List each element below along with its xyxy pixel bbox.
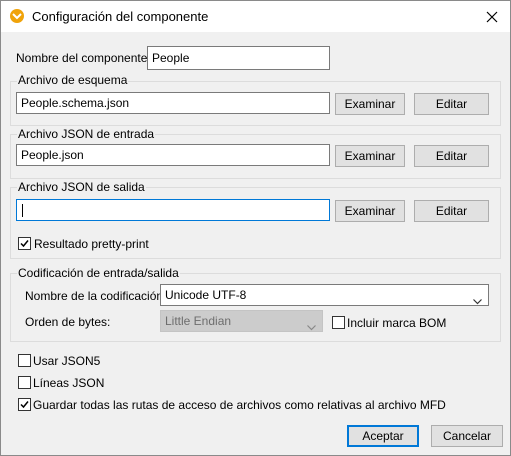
close-icon[interactable] (482, 7, 502, 27)
pretty-print-label[interactable]: Resultado pretty-print (34, 237, 149, 251)
output-json-edit-button[interactable]: Editar (414, 200, 489, 222)
include-bom-checkbox[interactable] (332, 316, 345, 329)
schema-file-group-label: Archivo de esquema (17, 73, 129, 87)
encoding-name-select[interactable]: Unicode UTF-8 (160, 284, 489, 306)
input-json-browse-button[interactable]: Examinar (335, 145, 405, 167)
encoding-name-value: Unicode UTF-8 (165, 288, 247, 302)
component-settings-dialog: Configuración del componente Nombre del … (0, 0, 511, 456)
input-json-file-input[interactable]: People.json (16, 144, 330, 166)
output-json-group-label: Archivo JSON de salida (17, 180, 146, 194)
pretty-print-checkbox[interactable] (18, 237, 31, 250)
include-bom-label[interactable]: Incluir marca BOM (347, 316, 446, 330)
input-json-edit-button[interactable]: Editar (414, 145, 489, 167)
output-json-browse-button[interactable]: Examinar (335, 200, 405, 222)
cancel-button[interactable]: Cancelar (431, 425, 503, 447)
ok-button[interactable]: Aceptar (347, 425, 419, 447)
dialog-title: Configuración del componente (32, 9, 209, 24)
json-lines-label[interactable]: Líneas JSON (33, 376, 104, 390)
use-json5-label[interactable]: Usar JSON5 (33, 354, 100, 368)
byte-order-label: Orden de bytes: (25, 315, 111, 329)
schema-file-input[interactable]: People.schema.json (16, 92, 330, 114)
app-icon (10, 9, 24, 23)
json-lines-checkbox[interactable] (18, 376, 31, 389)
encoding-group-label: Codificación de entrada/salida (17, 266, 180, 280)
schema-edit-button[interactable]: Editar (414, 93, 489, 115)
chevron-down-icon (473, 291, 482, 311)
component-name-label: Nombre del componente: (16, 51, 151, 65)
byte-order-value: Little Endian (165, 314, 232, 328)
use-json5-checkbox[interactable] (18, 354, 31, 367)
relative-paths-label[interactable]: Guardar todas las rutas de acceso de arc… (33, 398, 446, 412)
output-json-file-input[interactable] (16, 199, 330, 221)
encoding-name-label: Nombre de la codificación: (25, 289, 167, 303)
schema-browse-button[interactable]: Examinar (335, 93, 405, 115)
component-name-input[interactable]: People (147, 46, 330, 70)
byte-order-select: Little Endian (160, 310, 323, 332)
text-cursor (22, 204, 23, 217)
input-json-group-label: Archivo JSON de entrada (17, 127, 156, 141)
relative-paths-checkbox[interactable] (18, 398, 31, 411)
title-bar: Configuración del componente (1, 1, 510, 32)
chevron-down-icon (307, 317, 316, 337)
